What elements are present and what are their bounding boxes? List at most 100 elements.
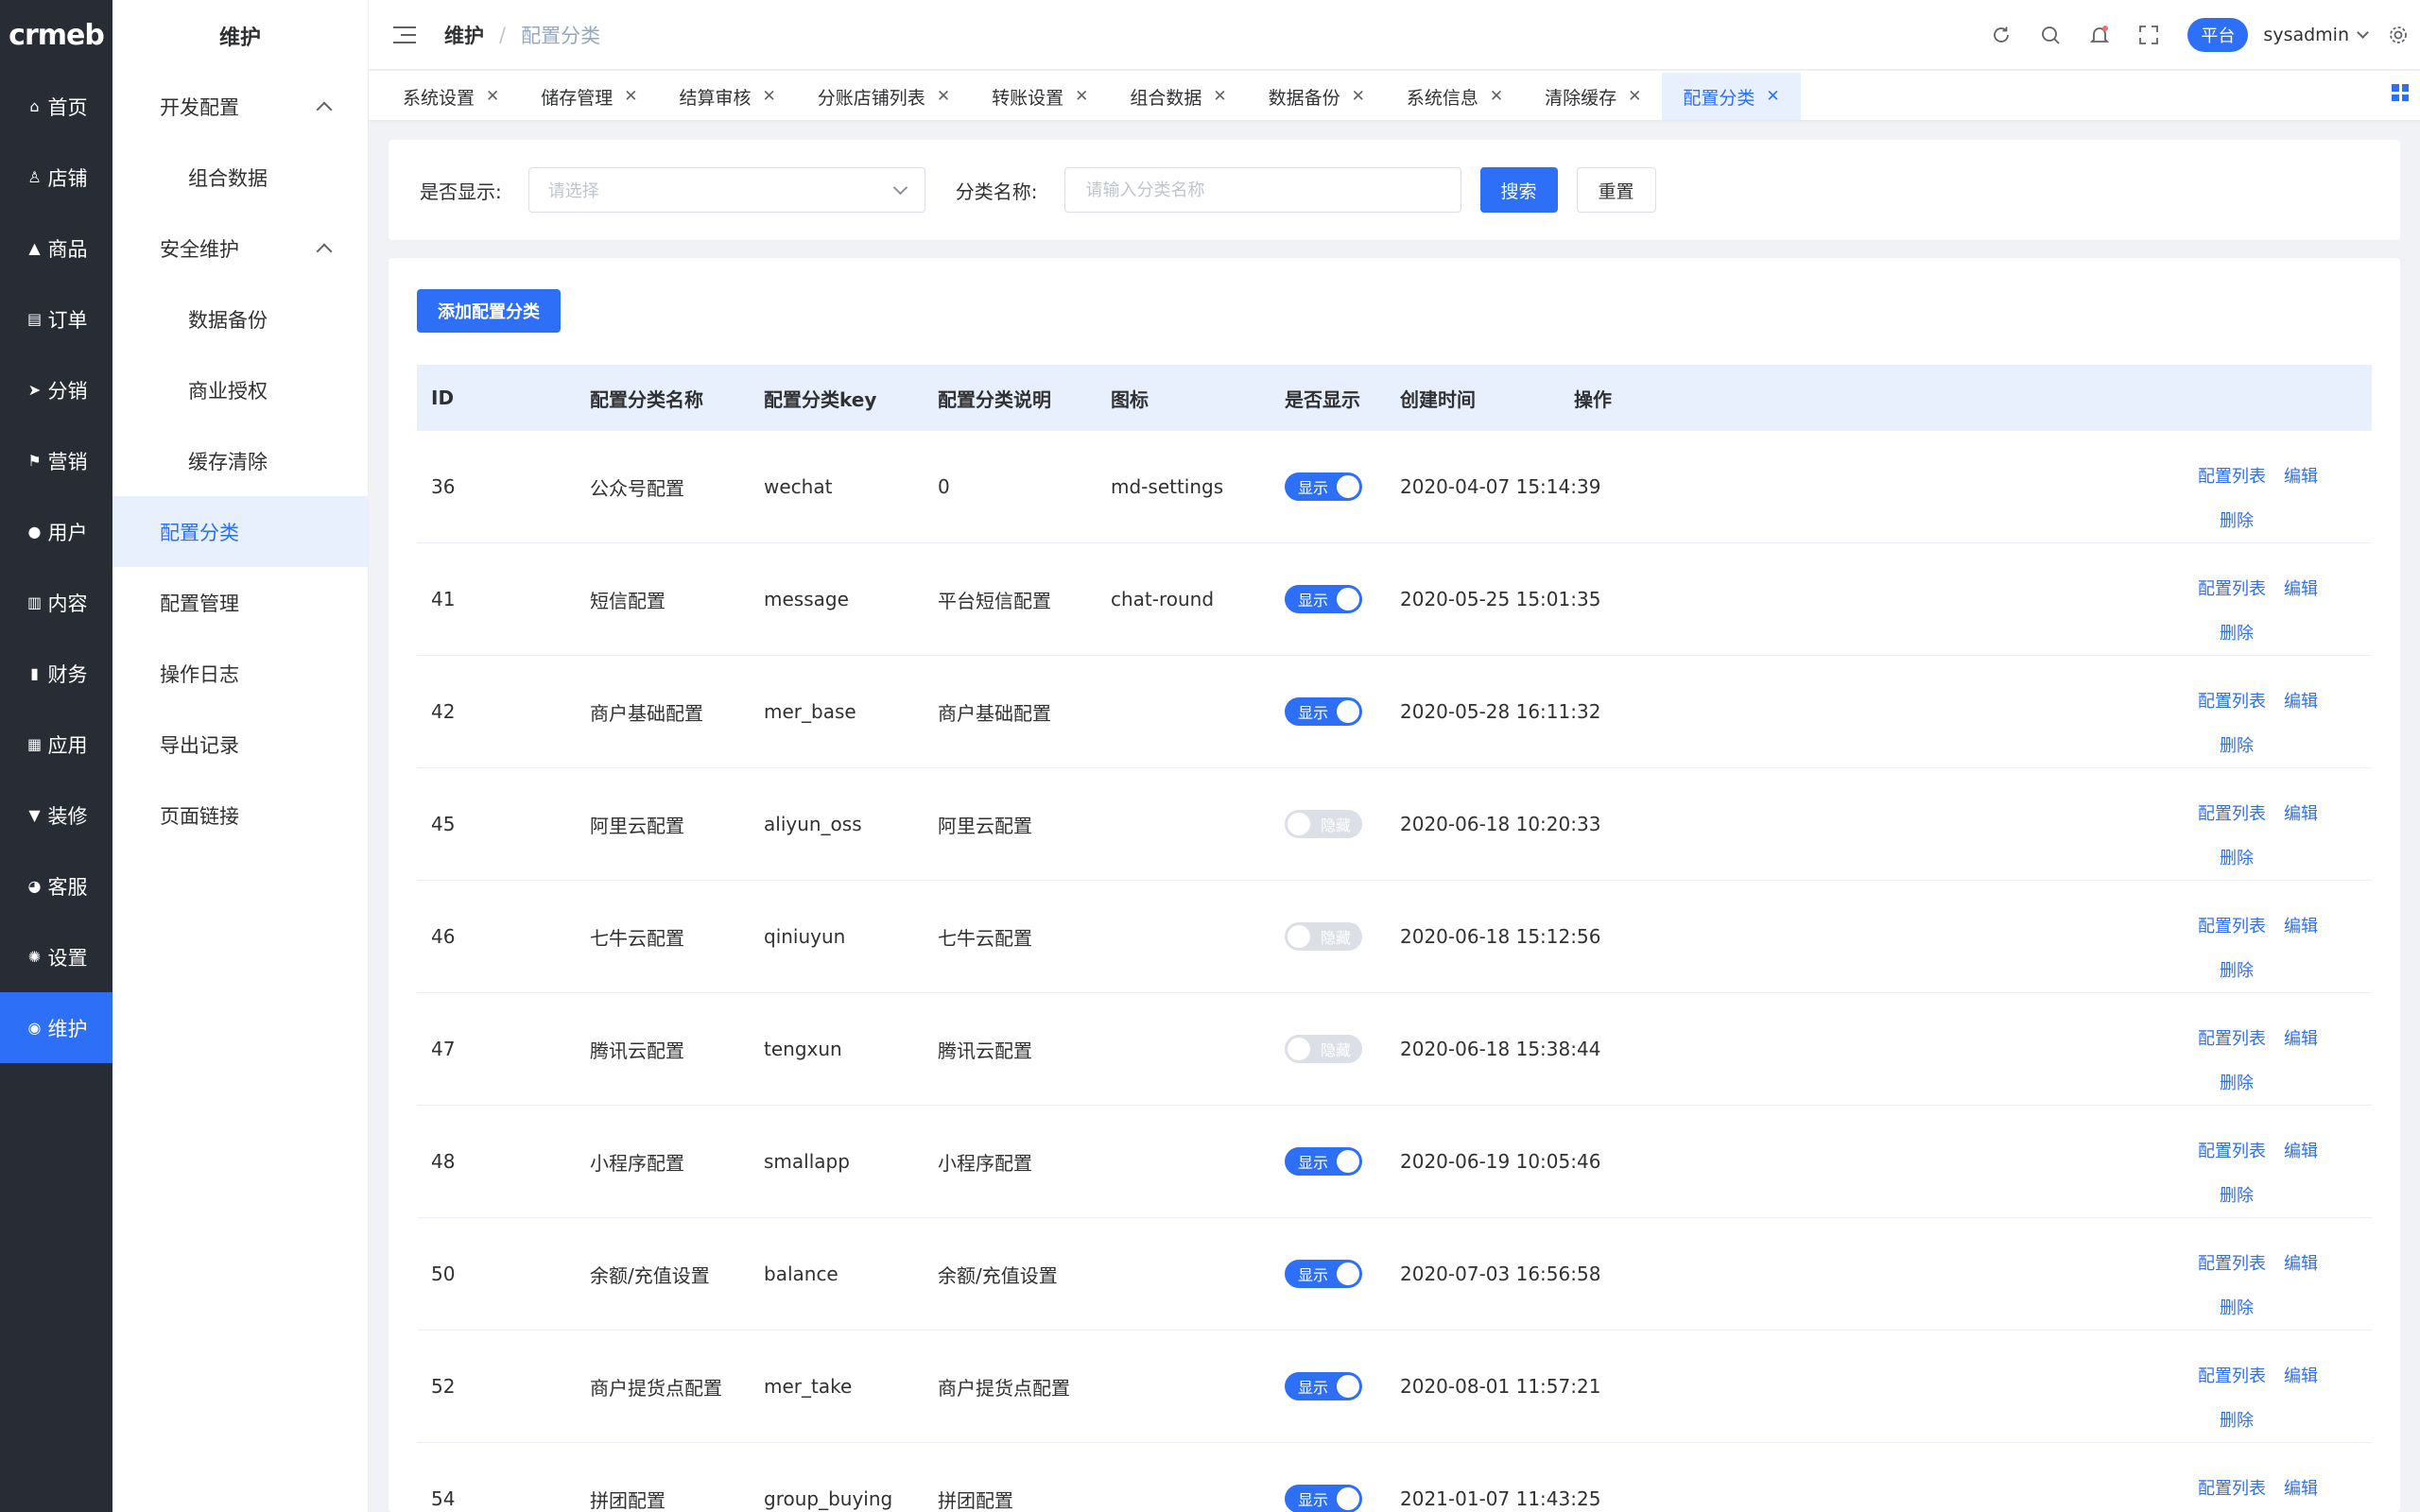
user-menu[interactable]: sysadmin bbox=[2263, 25, 2369, 45]
show-toggle[interactable]: 显示 bbox=[1285, 1147, 1362, 1176]
secondary-nav-item[interactable]: 缓存清除 bbox=[112, 425, 368, 496]
platform-button[interactable]: 平台 bbox=[2187, 18, 2249, 52]
primary-nav-item[interactable]: ⌂ 首页 bbox=[0, 71, 112, 142]
tab-item[interactable]: 系统设置 ✕ bbox=[382, 73, 520, 120]
edit-link[interactable]: 编辑 bbox=[2284, 1138, 2318, 1162]
edit-link[interactable]: 编辑 bbox=[2284, 463, 2318, 488]
delete-link[interactable]: 删除 bbox=[2220, 620, 2254, 644]
show-toggle[interactable]: 显示 bbox=[1285, 1260, 1362, 1288]
primary-nav-item[interactable]: ⚑ 营销 bbox=[0, 425, 112, 496]
config-list-link[interactable]: 配置列表 bbox=[2198, 1363, 2266, 1387]
search-icon[interactable] bbox=[2040, 25, 2061, 45]
name-filter-input[interactable] bbox=[1063, 167, 1461, 213]
show-toggle[interactable]: 显示 bbox=[1285, 472, 1362, 501]
bell-icon[interactable] bbox=[2089, 25, 2110, 45]
primary-nav-item[interactable]: ▼ 装修 bbox=[0, 780, 112, 850]
reset-button[interactable]: 重置 bbox=[1576, 167, 1656, 213]
show-toggle[interactable]: 显示 bbox=[1285, 585, 1362, 613]
edit-link[interactable]: 编辑 bbox=[2284, 1363, 2318, 1387]
close-icon[interactable]: ✕ bbox=[1628, 87, 1641, 106]
tab-item[interactable]: 储存管理 ✕ bbox=[520, 73, 658, 120]
breadcrumb-root[interactable]: 维护 bbox=[444, 21, 484, 49]
show-toggle[interactable]: 隐藏 bbox=[1285, 810, 1362, 838]
search-button[interactable]: 搜索 bbox=[1479, 167, 1558, 213]
primary-nav-item[interactable]: ▲ 商品 bbox=[0, 213, 112, 284]
edit-link[interactable]: 编辑 bbox=[2284, 688, 2318, 713]
config-list-link[interactable]: 配置列表 bbox=[2198, 1138, 2266, 1162]
close-icon[interactable]: ✕ bbox=[763, 87, 776, 106]
config-list-link[interactable]: 配置列表 bbox=[2198, 463, 2266, 488]
tabs-grid-icon[interactable] bbox=[2392, 84, 2409, 101]
add-config-category-button[interactable]: 添加配置分类 bbox=[417, 289, 561, 333]
config-list-link[interactable]: 配置列表 bbox=[2198, 1475, 2266, 1500]
close-icon[interactable]: ✕ bbox=[486, 87, 499, 106]
secondary-nav-item[interactable]: 导出记录 bbox=[112, 709, 368, 780]
secondary-nav-item[interactable]: 配置管理 bbox=[112, 567, 368, 638]
config-list-link[interactable]: 配置列表 bbox=[2198, 1025, 2266, 1050]
primary-nav-item[interactable]: ● 用户 bbox=[0, 496, 112, 567]
primary-nav-item[interactable]: ➤ 分销 bbox=[0, 354, 112, 425]
tab-item[interactable]: 数据备份 ✕ bbox=[1248, 73, 1386, 120]
config-list-link[interactable]: 配置列表 bbox=[2198, 800, 2266, 825]
close-icon[interactable]: ✕ bbox=[624, 87, 637, 106]
refresh-icon[interactable] bbox=[1991, 25, 2012, 45]
edit-link[interactable]: 编辑 bbox=[2284, 576, 2318, 600]
delete-link[interactable]: 删除 bbox=[2220, 732, 2254, 757]
delete-link[interactable]: 删除 bbox=[2220, 507, 2254, 532]
config-list-link[interactable]: 配置列表 bbox=[2198, 1250, 2266, 1275]
config-list-link[interactable]: 配置列表 bbox=[2198, 913, 2266, 937]
show-toggle[interactable]: 显示 bbox=[1285, 697, 1362, 726]
show-toggle[interactable]: 隐藏 bbox=[1285, 922, 1362, 951]
delete-link[interactable]: 删除 bbox=[2220, 957, 2254, 982]
edit-link[interactable]: 编辑 bbox=[2284, 1025, 2318, 1050]
primary-nav-item[interactable]: ◕ 客服 bbox=[0, 850, 112, 921]
fullscreen-icon[interactable] bbox=[2138, 25, 2159, 45]
secondary-nav-item[interactable]: 组合数据 bbox=[112, 142, 368, 213]
close-icon[interactable]: ✕ bbox=[1352, 87, 1365, 106]
tab-item[interactable]: 转账设置 ✕ bbox=[971, 73, 1109, 120]
tab-item[interactable]: 组合数据 ✕ bbox=[1109, 73, 1247, 120]
secondary-nav-group[interactable]: 开发配置 bbox=[112, 71, 368, 142]
secondary-nav-item[interactable]: 配置分类 bbox=[112, 496, 368, 567]
primary-nav-item[interactable]: ▦ 应用 bbox=[0, 709, 112, 780]
secondary-nav-item[interactable]: 数据备份 bbox=[112, 284, 368, 354]
secondary-nav-item[interactable]: 商业授权 bbox=[112, 354, 368, 425]
tab-item[interactable]: 系统信息 ✕ bbox=[1386, 73, 1524, 120]
show-filter-select[interactable]: 请选择 bbox=[527, 167, 925, 213]
close-icon[interactable]: ✕ bbox=[1766, 87, 1779, 106]
settings-gear-icon[interactable] bbox=[2388, 25, 2409, 45]
primary-nav-item[interactable]: ✺ 设置 bbox=[0, 921, 112, 992]
tab-item[interactable]: 配置分类 ✕ bbox=[1662, 73, 1801, 120]
close-icon[interactable]: ✕ bbox=[937, 87, 950, 106]
tab-item[interactable]: 结算审核 ✕ bbox=[659, 73, 797, 120]
logo[interactable]: crmeb bbox=[0, 0, 112, 71]
primary-nav-item[interactable]: ◉ 维护 bbox=[0, 992, 112, 1063]
close-icon[interactable]: ✕ bbox=[1213, 87, 1226, 106]
close-icon[interactable]: ✕ bbox=[1490, 87, 1503, 106]
config-list-link[interactable]: 配置列表 bbox=[2198, 576, 2266, 600]
primary-nav-item[interactable]: ▤ 订单 bbox=[0, 284, 112, 354]
delete-link[interactable]: 删除 bbox=[2220, 1295, 2254, 1319]
config-list-link[interactable]: 配置列表 bbox=[2198, 688, 2266, 713]
edit-link[interactable]: 编辑 bbox=[2284, 1250, 2318, 1275]
primary-nav-item[interactable]: ♙ 店铺 bbox=[0, 142, 112, 213]
delete-link[interactable]: 删除 bbox=[2220, 1070, 2254, 1094]
delete-link[interactable]: 删除 bbox=[2220, 1407, 2254, 1432]
secondary-nav-item[interactable]: 页面链接 bbox=[112, 780, 368, 850]
edit-link[interactable]: 编辑 bbox=[2284, 1475, 2318, 1500]
edit-link[interactable]: 编辑 bbox=[2284, 800, 2318, 825]
show-toggle[interactable]: 显示 bbox=[1285, 1372, 1362, 1400]
tab-item[interactable]: 清除缓存 ✕ bbox=[1524, 73, 1662, 120]
delete-link[interactable]: 删除 bbox=[2220, 845, 2254, 869]
delete-link[interactable]: 删除 bbox=[2220, 1182, 2254, 1207]
primary-nav-item[interactable]: ▥ 内容 bbox=[0, 567, 112, 638]
show-toggle[interactable]: 隐藏 bbox=[1285, 1035, 1362, 1063]
secondary-nav-item[interactable]: 操作日志 bbox=[112, 638, 368, 709]
tab-item[interactable]: 分账店铺列表 ✕ bbox=[797, 73, 971, 120]
primary-nav-item[interactable]: ▮ 财务 bbox=[0, 638, 112, 709]
menu-toggle-icon[interactable] bbox=[393, 26, 416, 43]
secondary-nav-group[interactable]: 安全维护 bbox=[112, 213, 368, 284]
close-icon[interactable]: ✕ bbox=[1075, 87, 1088, 106]
edit-link[interactable]: 编辑 bbox=[2284, 913, 2318, 937]
show-toggle[interactable]: 显示 bbox=[1285, 1485, 1362, 1512]
